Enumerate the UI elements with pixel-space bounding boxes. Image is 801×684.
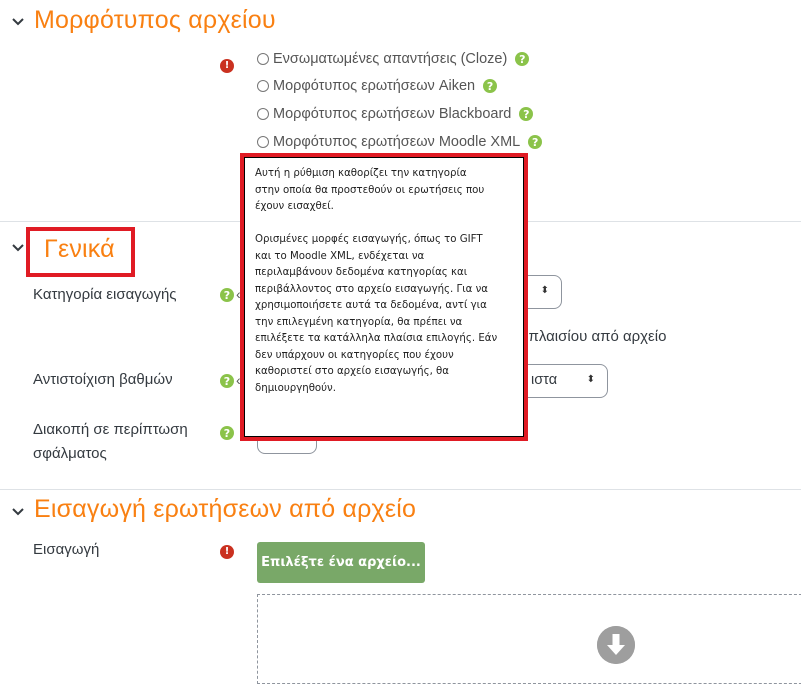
chevron-down-icon — [12, 508, 24, 516]
tooltip-line: και το Moodle XML, ενδέχεται να — [255, 250, 425, 262]
import-label: Εισαγωγή — [33, 541, 100, 558]
radio-button[interactable] — [257, 80, 269, 92]
format-option-label: Μορφότυπος ερωτήσεων Moodle XML — [273, 134, 521, 150]
tooltip-line: Ορισμένες μορφές εισαγωγής, όπως το GIFT — [255, 234, 483, 245]
choose-file-button[interactable]: Επιλέξτε ένα αρχείο... — [257, 542, 425, 583]
tooltip-line: δημιουργηθούν. — [255, 382, 336, 394]
highlight-box — [26, 227, 135, 277]
format-option-blackboard[interactable]: Μορφότυπος ερωτήσεων Blackboard ? — [257, 103, 534, 125]
radio-button[interactable] — [257, 136, 269, 148]
required-icon: ! — [220, 59, 234, 73]
tooltip-line: στην οποία θα προστεθούν οι ερωτήσεις πο… — [255, 184, 485, 196]
format-option-label: Μορφότυπος ερωτήσεων Aiken — [273, 78, 476, 94]
help-icon[interactable]: ? — [220, 426, 234, 440]
tooltip-line: την επιλεγμένη κατηγορία, θα πρέπει να — [255, 316, 463, 328]
section-title-import-file: Εισαγωγή ερωτήσεων από αρχείο — [34, 495, 417, 523]
chevron-left-icon: ‹ — [236, 286, 241, 302]
chevron-left-icon: ‹ — [236, 372, 241, 388]
tooltip-line: δεν υπάρχουν οι κατηγορίες που έχουν — [255, 349, 454, 361]
chevron-down-icon — [12, 18, 24, 26]
format-option-label: Ενσωματωμένες απαντήσεις (Cloze) — [273, 51, 508, 67]
file-dropzone[interactable] — [257, 594, 801, 684]
select-arrows-icon: ⬍ — [586, 374, 595, 385]
required-icon: ! — [220, 545, 234, 559]
section-divider — [0, 489, 801, 490]
stop-on-error-label: Διακοπή σε περίπτωση σφάλματος — [33, 419, 188, 465]
format-option-cloze[interactable]: Ενσωματωμένες απαντήσεις (Cloze) ? — [257, 48, 530, 70]
help-tooltip: Αυτή η ρύθμιση καθορίζει την κατηγορία σ… — [240, 153, 528, 441]
format-option-moodle-xml[interactable]: Μορφότυπος ερωτήσεων Moodle XML ? — [257, 131, 543, 153]
tooltip-line: καθοριστεί στο αρχείο εισαγωγής, θα — [255, 366, 450, 377]
collapse-import-file-toggle[interactable] — [8, 502, 28, 522]
help-icon[interactable]: ? — [528, 135, 543, 149]
tooltip-line: Αυτή η ρύθμιση καθορίζει την κατηγορία — [255, 168, 467, 179]
tooltip-line: περιλαμβάνουν δεδομένα κατηγορίας και — [255, 267, 468, 278]
format-option-label: Μορφότυπος ερωτήσεων Blackboard — [273, 106, 512, 122]
tooltip-line: έχουν εισαχθεί. — [255, 201, 334, 212]
collapse-general-toggle[interactable] — [8, 238, 28, 258]
collapse-file-format-toggle[interactable] — [8, 12, 28, 32]
help-icon[interactable]: ? — [519, 107, 534, 121]
grade-matching-label: Αντιστοίχιση βαθμών — [33, 371, 173, 388]
tooltip-line: περιβάλλοντος στο αρχείο εισαγωγής. Για … — [255, 283, 488, 295]
chevron-down-icon — [12, 244, 24, 252]
radio-button[interactable] — [257, 53, 269, 65]
tooltip-line: επιλέξετε τα κατάλληλα πλαίσια επιλογής.… — [255, 333, 498, 344]
import-category-label: Κατηγορία εισαγωγής — [33, 286, 177, 303]
grade-matching-value: ιστα — [531, 372, 558, 388]
help-icon[interactable]: ? — [483, 79, 498, 93]
section-title-file-format: Μορφότυπος αρχείου — [34, 6, 276, 34]
select-arrows-icon: ⬍ — [540, 285, 549, 296]
stop-on-error-label-line2: σφάλματος — [33, 445, 107, 462]
help-icon[interactable]: ? — [220, 288, 234, 302]
help-icon[interactable]: ? — [220, 374, 234, 388]
help-icon[interactable]: ? — [515, 52, 530, 66]
tooltip-line: χρησιμοποιήσετε αυτά τα δεδομένα, αντί γ… — [255, 300, 487, 311]
download-arrow-icon — [597, 626, 635, 664]
context-checkbox-label[interactable]: η πλαισίου από αρχείο — [516, 326, 666, 348]
stop-on-error-label-line1: Διακοπή σε περίπτωση — [33, 421, 188, 438]
format-option-aiken[interactable]: Μορφότυπος ερωτήσεων Aiken ? — [257, 75, 498, 97]
radio-button[interactable] — [257, 108, 269, 120]
